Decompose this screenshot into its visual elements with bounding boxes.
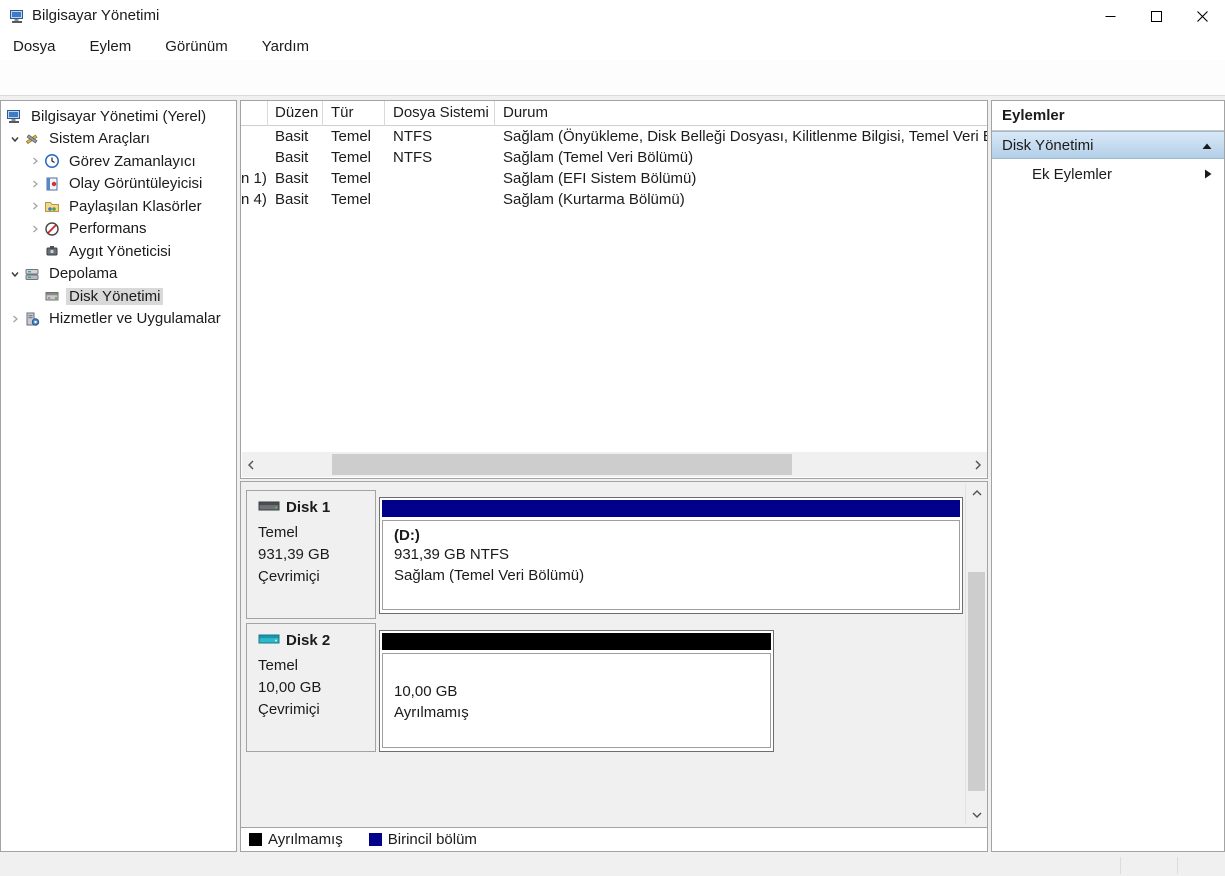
selected-tree-item-label: Disk Yönetimi [66, 287, 164, 305]
disk1-status: Çevrimiçi [258, 568, 320, 585]
chevron-collapsed-icon[interactable] [7, 314, 23, 324]
tree-item-services-applications[interactable]: Hizmetler ve Uygulamalar [1, 308, 236, 331]
primary-partition-swatch-icon [368, 833, 382, 846]
disk2-drive-icon [258, 632, 280, 649]
tree-item-system-tools[interactable]: Sistem Araçları [1, 128, 236, 151]
device-manager-icon [43, 243, 61, 259]
disk-management-icon [43, 288, 61, 304]
chevron-expanded-icon[interactable] [7, 269, 23, 279]
services-icon [23, 311, 41, 327]
disk2-status: Çevrimiçi [258, 701, 320, 718]
title-bar: Bilgisayar Yönetimi [0, 0, 1225, 32]
action-item-more-actions[interactable]: Ek Eylemler [992, 159, 1224, 189]
status-bar [0, 855, 1225, 876]
volume-row[interactable]: n 1) Basit Temel Sağlam (EFI Sistem Bölü… [241, 168, 987, 189]
scroll-right-icon[interactable] [969, 452, 987, 477]
disk2-row: Disk 2 Temel 10,00 GB Çevrimiçi 10,00 GB… [246, 623, 981, 752]
menu-view[interactable]: Görünüm [155, 34, 238, 59]
disk1-partition-size: 931,39 GB NTFS [394, 546, 510, 563]
chevron-collapsed-icon[interactable] [27, 156, 43, 166]
disk1-drive-icon [258, 499, 280, 516]
vertical-scrollbar-thumb[interactable] [968, 572, 985, 791]
tree-item-event-viewer[interactable]: Olay Görüntüleyicisi [1, 173, 236, 196]
toolbar: ? [0, 60, 1225, 151]
chevron-expanded-icon[interactable] [7, 134, 23, 144]
disk1-partition-letter: (D:) [394, 527, 420, 544]
maximize-button[interactable] [1133, 0, 1179, 32]
tree-item-storage[interactable]: Depolama [1, 263, 236, 286]
legend-item-unallocated: Ayrılmamış [249, 831, 343, 848]
partition-legend: Ayrılmamış Birincil bölüm [241, 827, 987, 851]
disk2-unallocated-block[interactable]: 10,00 GB Ayrılmamış [379, 630, 774, 752]
console-tree-panel: Bilgisayar Yönetimi (Yerel) Sistem Araçl… [0, 100, 237, 852]
disk1-row: Disk 1 Temel 931,39 GB Çevrimiçi (D:) 93… [246, 490, 981, 619]
tree-item-device-manager[interactable]: Aygıt Yöneticisi [1, 240, 236, 263]
disk2-label-box[interactable]: Disk 2 Temel 10,00 GB Çevrimiçi [246, 623, 376, 752]
tree-item-task-scheduler[interactable]: Görev Zamanlayıcı [1, 150, 236, 173]
tree-item-disk-management[interactable]: Disk Yönetimi [1, 285, 236, 308]
actions-group-disk-management[interactable]: Disk Yönetimi [992, 131, 1224, 159]
menu-help[interactable]: Yardım [252, 34, 319, 59]
menu-action[interactable]: Eylem [80, 34, 142, 59]
actions-panel-title: Eylemler [992, 101, 1224, 131]
disk2-size: 10,00 GB [258, 679, 322, 696]
minimize-button[interactable] [1087, 0, 1133, 32]
actions-panel: Eylemler Disk Yönetimi Ek Eylemler [991, 100, 1225, 852]
storage-icon [23, 266, 41, 282]
disk2-unallocated-size: 10,00 GB [394, 683, 458, 700]
vertical-scrollbar[interactable] [965, 484, 986, 824]
disk-graph-panel: Disk 1 Temel 931,39 GB Çevrimiçi (D:) 93… [240, 481, 988, 852]
statusbar-divider [1177, 857, 1178, 874]
disk2-name: Disk 2 [286, 632, 331, 649]
event-viewer-icon [43, 176, 61, 192]
system-tools-icon [23, 131, 41, 147]
column-header-type[interactable]: Tür [323, 101, 385, 126]
legend-item-primary-partition: Birincil bölüm [368, 831, 477, 848]
chevron-collapsed-icon[interactable] [27, 201, 43, 211]
disk1-size: 931,39 GB [258, 546, 330, 563]
disk2-unallocated-status: Ayrılmamış [394, 704, 469, 721]
window-title: Bilgisayar Yönetimi [32, 7, 160, 24]
scroll-down-icon[interactable] [966, 806, 987, 824]
volume-row[interactable]: n 4) Basit Temel Sağlam (Kurtarma Bölümü… [241, 189, 987, 210]
collapse-arrow-icon[interactable] [1202, 137, 1212, 154]
disk1-partition-block[interactable]: (D:) 931,39 GB NTFS Sağlam (Temel Veri B… [379, 497, 963, 614]
disk2-unallocated-color-bar [382, 633, 771, 650]
computer-icon [5, 108, 23, 124]
column-header-layout[interactable]: Düzen [268, 101, 323, 126]
column-header-status[interactable]: Durum [495, 101, 987, 126]
disk2-type: Temel [258, 657, 299, 674]
volume-row[interactable]: Basit Temel NTFS Sağlam (Temel Veri Bölü… [241, 147, 987, 168]
disk1-partition-status: Sağlam (Temel Veri Bölümü) [394, 567, 585, 584]
menu-bar: Dosya Eylem Görünüm Yardım [0, 32, 1225, 60]
horizontal-scrollbar[interactable] [242, 452, 987, 477]
submenu-arrow-icon [1204, 166, 1212, 183]
tree-item-performance[interactable]: Performans [1, 218, 236, 241]
disk1-name: Disk 1 [286, 499, 331, 516]
scroll-up-icon[interactable] [966, 484, 987, 502]
task-scheduler-icon [43, 153, 61, 169]
disk1-partition-color-bar [382, 500, 960, 517]
disk1-type: Temel [258, 524, 299, 541]
shared-folders-icon [43, 198, 61, 214]
scroll-left-icon[interactable] [242, 452, 260, 477]
tree-item-shared-folders[interactable]: Paylaşılan Klasörler [1, 195, 236, 218]
tree-item-computer-management[interactable]: Bilgisayar Yönetimi (Yerel) [1, 105, 236, 128]
close-button[interactable] [1179, 0, 1225, 32]
volume-row[interactable]: Basit Temel NTFS Sağlam (Önyükleme, Disk… [241, 126, 987, 147]
menu-file[interactable]: Dosya [3, 34, 66, 59]
horizontal-scrollbar-thumb[interactable] [332, 454, 792, 475]
volume-list-panel: Düzen Tür Dosya Sistemi Durum Basit Teme… [240, 100, 988, 479]
chevron-collapsed-icon[interactable] [27, 224, 43, 234]
disk1-label-box[interactable]: Disk 1 Temel 931,39 GB Çevrimiçi [246, 490, 376, 619]
statusbar-divider [1120, 857, 1121, 874]
performance-icon [43, 221, 61, 237]
unallocated-swatch-icon [249, 833, 262, 846]
chevron-collapsed-icon[interactable] [27, 179, 43, 189]
volume-list-header: Düzen Tür Dosya Sistemi Durum [241, 101, 987, 126]
column-header-volume[interactable] [241, 101, 268, 126]
column-header-filesystem[interactable]: Dosya Sistemi [385, 101, 495, 126]
app-icon [9, 8, 25, 29]
